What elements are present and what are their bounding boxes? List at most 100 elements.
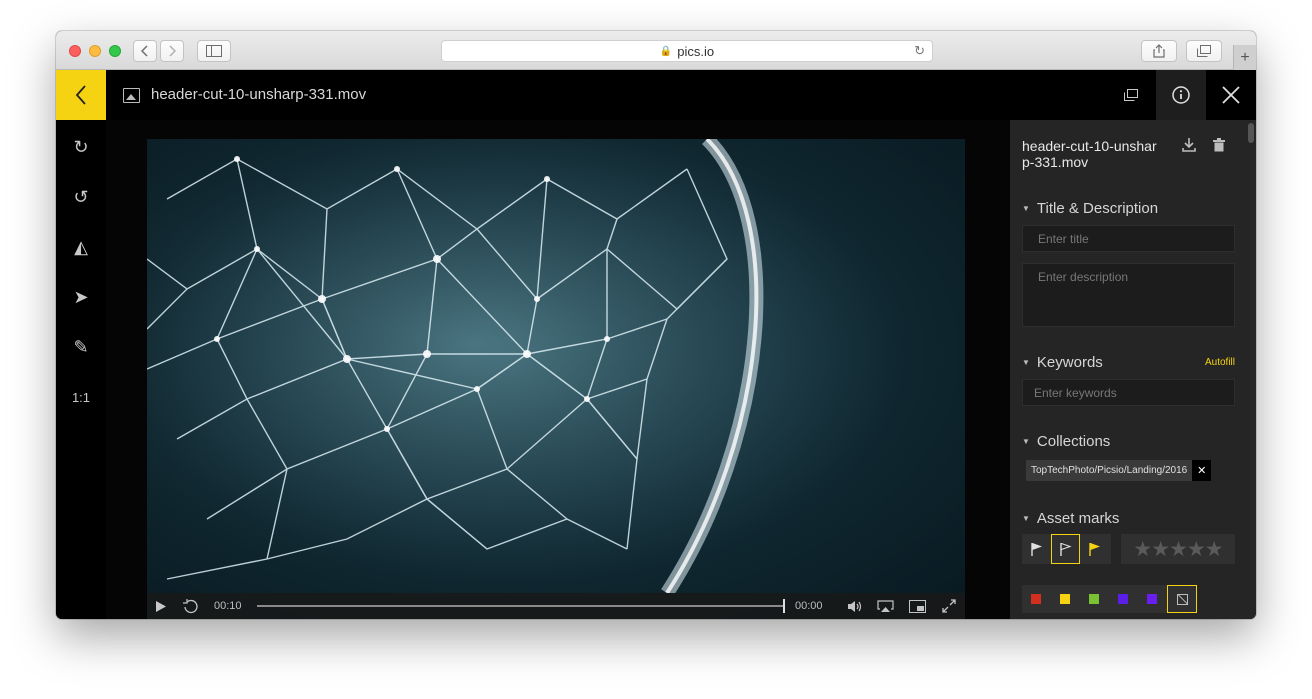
title-placeholder: Enter title bbox=[1038, 232, 1089, 246]
tabs-icon bbox=[1197, 45, 1211, 57]
flag-button[interactable] bbox=[1022, 534, 1051, 564]
url-text: pics.io bbox=[677, 43, 715, 59]
actual-size-button[interactable]: 1:1 bbox=[56, 382, 106, 412]
color-blue-swatch[interactable] bbox=[1118, 594, 1128, 604]
image-file-icon bbox=[123, 88, 140, 103]
viewer-area: 00:10 00:00 bbox=[106, 120, 1056, 619]
unflag-button[interactable] bbox=[1051, 534, 1080, 564]
no-color-label-button[interactable] bbox=[1167, 585, 1197, 613]
lock-icon: 🔒 bbox=[659, 45, 673, 57]
rotate-cw-icon: ↻ bbox=[73, 136, 89, 157]
edit-button[interactable]: ✎ bbox=[56, 332, 106, 362]
flag-selector bbox=[1022, 534, 1111, 564]
info-button[interactable] bbox=[1156, 70, 1206, 120]
tabs-overview-button[interactable] bbox=[1186, 40, 1222, 62]
file-name: header-cut-10-unsharp-331.mov bbox=[151, 86, 367, 103]
panel-scrollbar[interactable] bbox=[1248, 123, 1254, 143]
section-heading: Title & Description bbox=[1036, 200, 1159, 217]
send-icon: ➤ bbox=[73, 286, 89, 307]
rotate-cw-button[interactable]: ↻ bbox=[56, 132, 106, 162]
section-heading: Collections bbox=[1036, 433, 1111, 450]
collapse-triangle-icon: ▼ bbox=[1022, 514, 1030, 523]
color-yellow-swatch[interactable] bbox=[1060, 594, 1070, 604]
volume-icon[interactable] bbox=[847, 600, 863, 613]
back-button[interactable] bbox=[56, 70, 106, 120]
reload-icon[interactable]: ↻ bbox=[914, 43, 925, 59]
new-tab-button[interactable]: + bbox=[1233, 45, 1256, 70]
chevron-left-icon bbox=[75, 85, 86, 105]
info-panel: header-cut-10-unsharp-331.mov ▼ Title & … bbox=[1010, 120, 1256, 619]
close-viewer-button[interactable] bbox=[1206, 70, 1256, 120]
rotate-ccw-icon: ↺ bbox=[73, 186, 89, 207]
video-player[interactable]: 00:10 00:00 bbox=[147, 139, 965, 619]
sidebar-icon bbox=[206, 45, 222, 57]
collection-path[interactable]: TopTechPhoto/Picsio/Landing/2016 bbox=[1026, 465, 1192, 476]
remove-collection-icon[interactable]: ✕ bbox=[1192, 460, 1212, 481]
play-icon[interactable] bbox=[155, 600, 167, 613]
keywords-field[interactable]: Enter keywords bbox=[1022, 379, 1235, 406]
zoom-window-button[interactable] bbox=[109, 45, 121, 57]
pencil-icon: ✎ bbox=[73, 336, 89, 357]
edit-toolbar: ↻ ↺ ◭ ➤ ✎ 1:1 bbox=[56, 120, 106, 619]
rotate-ccw-button[interactable]: ↺ bbox=[56, 182, 106, 212]
minimize-window-button[interactable] bbox=[89, 45, 101, 57]
description-placeholder: Enter description bbox=[1038, 270, 1129, 284]
flip-icon: ◭ bbox=[74, 236, 88, 257]
chevron-left-icon bbox=[141, 45, 148, 57]
progress-scrubber[interactable] bbox=[257, 599, 785, 613]
star-rating[interactable]: ★★★★★ bbox=[1121, 534, 1235, 564]
flag-outline-icon bbox=[1059, 542, 1072, 556]
color-red-swatch[interactable] bbox=[1031, 594, 1041, 604]
collapse-triangle-icon: ▼ bbox=[1022, 358, 1030, 367]
section-heading: Asset marks bbox=[1036, 510, 1120, 527]
flip-button[interactable]: ◭ bbox=[56, 232, 106, 262]
trash-icon bbox=[1213, 138, 1225, 152]
no-color-icon bbox=[1176, 593, 1188, 605]
sidebar-toggle-button[interactable] bbox=[197, 40, 231, 62]
actual-size-icon: 1:1 bbox=[71, 389, 91, 405]
address-bar[interactable]: 🔒 pics.io ↻ bbox=[441, 40, 933, 62]
video-controls: 00:10 00:00 bbox=[147, 593, 965, 619]
download-icon bbox=[1182, 138, 1196, 152]
keywords-placeholder: Enter keywords bbox=[1034, 386, 1117, 400]
autofill-link[interactable]: Autofill bbox=[1205, 357, 1235, 368]
delete-button[interactable] bbox=[1213, 138, 1225, 155]
duration-time: 00:00 bbox=[795, 600, 823, 612]
close-icon bbox=[1222, 86, 1240, 104]
picture-in-picture-icon[interactable] bbox=[909, 600, 926, 613]
asset-marks-section[interactable]: ▼ Asset marks bbox=[1022, 510, 1119, 527]
collections-section[interactable]: ▼ Collections bbox=[1022, 433, 1110, 450]
browser-back-button[interactable] bbox=[133, 40, 157, 62]
color-green-swatch[interactable] bbox=[1089, 594, 1099, 604]
collapse-triangle-icon: ▼ bbox=[1022, 204, 1030, 213]
browser-forward-button[interactable] bbox=[160, 40, 184, 62]
fullscreen-icon[interactable] bbox=[942, 599, 956, 613]
airplay-icon[interactable] bbox=[877, 600, 894, 613]
close-window-button[interactable] bbox=[69, 45, 81, 57]
title-field[interactable]: Enter title bbox=[1022, 225, 1235, 252]
title-description-section[interactable]: ▼ Title & Description bbox=[1022, 200, 1158, 217]
browser-toolbar: 🔒 pics.io ↻ + bbox=[56, 31, 1256, 70]
yellow-flag-icon bbox=[1088, 543, 1100, 556]
send-button[interactable]: ➤ bbox=[56, 282, 106, 312]
scrubber-handle[interactable] bbox=[783, 599, 785, 613]
share-button[interactable] bbox=[1141, 40, 1177, 62]
replay-30-icon[interactable] bbox=[183, 599, 198, 614]
reject-flag-button[interactable] bbox=[1080, 534, 1109, 564]
flag-icon bbox=[1030, 543, 1042, 556]
download-button[interactable] bbox=[1182, 138, 1196, 155]
collection-chip: TopTechPhoto/Picsio/Landing/2016 ✕ bbox=[1026, 460, 1212, 481]
description-field[interactable]: Enter description bbox=[1022, 263, 1235, 327]
color-purple-swatch[interactable] bbox=[1147, 594, 1157, 604]
video-frame bbox=[147, 139, 965, 593]
window-mode-button[interactable] bbox=[1106, 70, 1156, 120]
info-icon bbox=[1172, 86, 1190, 104]
panel-file-title: header-cut-10-unsharp-331.mov bbox=[1022, 138, 1157, 170]
keywords-section[interactable]: ▼ Keywords bbox=[1022, 354, 1103, 371]
section-heading: Keywords bbox=[1036, 354, 1103, 371]
collapse-triangle-icon: ▼ bbox=[1022, 437, 1030, 446]
viewer-topbar: header-cut-10-unsharp-331.mov bbox=[56, 70, 1256, 120]
browser-window: 🔒 pics.io ↻ + header-cut-10-unsharp-331.… bbox=[56, 31, 1256, 619]
chevron-right-icon bbox=[169, 45, 176, 57]
current-time: 00:10 bbox=[214, 600, 242, 612]
